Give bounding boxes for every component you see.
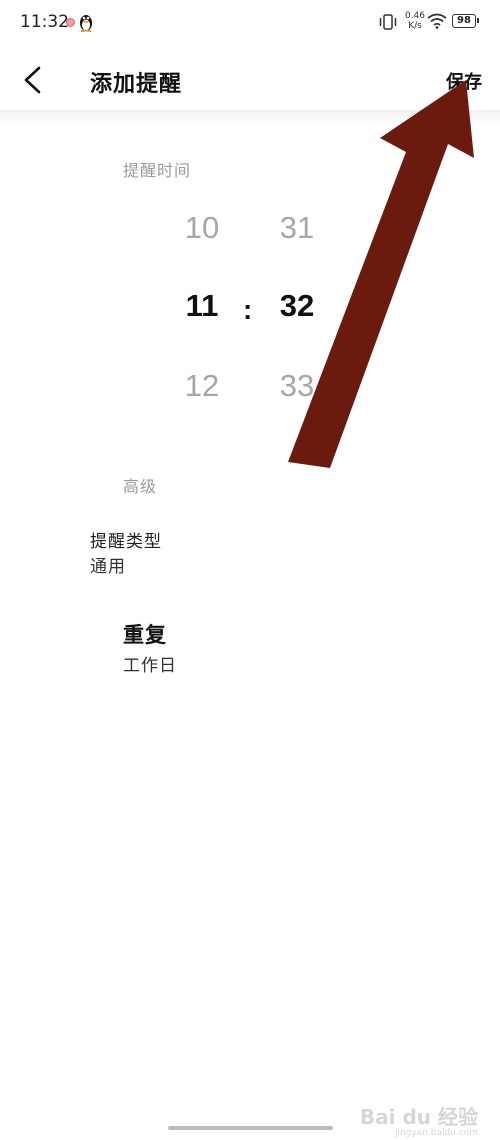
time-picker[interactable]: 10 11 12 : 31 32 33 (0, 190, 500, 430)
battery-icon: 98 (452, 14, 479, 28)
header: 添加提醒 保存 (0, 44, 500, 118)
hour-option[interactable]: 10 (167, 210, 237, 246)
qq-penguin-icon (78, 12, 94, 36)
repeat-row[interactable]: 重复 工作日 (110, 615, 480, 677)
selected-minute[interactable]: 32 (262, 288, 332, 324)
save-button[interactable]: 保存 (446, 68, 482, 94)
network-speed: 0.46 K/s (403, 11, 427, 31)
network-speed-value: 0.46 (404, 11, 426, 21)
notification-dot-icon (66, 18, 75, 27)
minute-option[interactable]: 33 (262, 368, 332, 404)
status-bar: 11:32 0.46 K/s 98 (0, 0, 500, 44)
back-button[interactable] (14, 60, 54, 100)
vibrate-icon (378, 13, 398, 35)
baidu-watermark: Bai du 经验 (359, 1105, 478, 1129)
selected-hour[interactable]: 11 (167, 288, 237, 324)
baidu-watermark-url: jingyan.baidu.com (394, 1128, 478, 1138)
advanced-section-label: 高级 (123, 477, 158, 496)
status-time: 11:32 (20, 12, 69, 32)
reminder-type-title: 提醒类型 (90, 532, 162, 552)
network-speed-unit: K/s (408, 21, 422, 31)
wifi-icon (427, 13, 447, 33)
time-separator: : (243, 294, 253, 325)
hour-option[interactable]: 12 (167, 368, 237, 404)
reminder-type-value: 通用 (90, 557, 126, 577)
header-divider (0, 110, 500, 126)
home-indicator[interactable] (168, 1126, 333, 1130)
repeat-value: 工作日 (123, 656, 177, 676)
reminder-type-row[interactable]: 提醒类型 通用 (80, 522, 480, 582)
chevron-left-icon (24, 66, 41, 94)
add-reminder-screen: 11:32 0.46 K/s 98 添加提醒 保存 提醒时间 10 11 12 … (0, 0, 500, 1140)
reminder-time-label: 提醒时间 (123, 161, 192, 180)
page-title: 添加提醒 (90, 72, 183, 97)
minute-option[interactable]: 31 (262, 210, 332, 246)
repeat-title: 重复 (123, 623, 167, 647)
